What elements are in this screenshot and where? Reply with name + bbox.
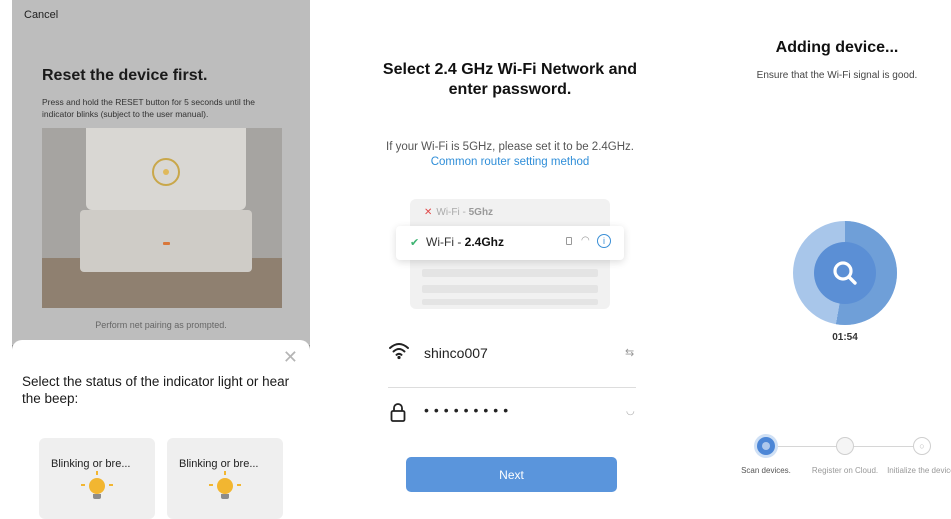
step-label-scan: Scan devices. xyxy=(741,466,791,475)
wifi-5g-row: ✕ Wi-Fi - 5Ghz xyxy=(424,207,494,218)
wifi-24g-card: ✔ Wi-Fi - 2.4Ghz ◠ i xyxy=(396,226,624,260)
sheet-prompt: Select the status of the indicator light… xyxy=(22,374,290,406)
option-card-1[interactable]: Blinking or bre... xyxy=(39,438,155,519)
step-init-icon: ○ xyxy=(913,437,931,455)
step-connector xyxy=(854,446,913,447)
step-label-init: Initialize the device. xyxy=(887,466,951,475)
step-scan-icon xyxy=(757,437,775,455)
page-title: Adding device... xyxy=(775,39,899,56)
screenshot-stage: Cancel Reset the device first. Press and… xyxy=(0,0,951,519)
wifi-select-screen: Select 2.4 GHz Wi-Fi Network and enter p… xyxy=(370,0,650,519)
lock-icon xyxy=(390,403,406,422)
page-title: Select 2.4 GHz Wi-Fi Network and enter p… xyxy=(382,61,638,98)
page-title: Reset the device first. xyxy=(42,67,208,84)
switch-network-icon[interactable]: ⇆ xyxy=(625,346,634,359)
indicator-status-sheet: ✕ Select the status of the indicator lig… xyxy=(12,340,310,519)
router-setting-link[interactable]: Common router setting method xyxy=(431,156,590,168)
info-icon: i xyxy=(597,234,611,248)
password-visibility-icon[interactable]: ◡ xyxy=(626,406,635,417)
cancel-button[interactable]: Cancel xyxy=(24,9,58,21)
bulb-icon xyxy=(89,478,105,494)
bulb-icon xyxy=(217,478,233,494)
step-connector xyxy=(775,446,836,447)
check-icon: ✔ xyxy=(410,237,420,249)
lock-icon xyxy=(566,237,572,245)
close-icon[interactable]: ✕ xyxy=(283,348,298,366)
wifi-signal-icon: ◠ xyxy=(581,235,590,246)
option-label: Blinking or bre... xyxy=(51,458,131,470)
band-hint: If your Wi-Fi is 5GHz, please set it to … xyxy=(370,140,650,170)
wifi-24g-label: Wi-Fi - 2.4Ghz xyxy=(426,235,505,249)
field-divider xyxy=(388,387,636,388)
router-photo xyxy=(42,128,282,308)
next-button[interactable]: Next xyxy=(406,457,617,492)
pairing-note[interactable]: Perform net pairing as prompted. xyxy=(12,320,310,330)
hint-text: If your Wi-Fi is 5GHz, please set it to … xyxy=(386,141,634,153)
reset-device-screen: Cancel Reset the device first. Press and… xyxy=(12,0,310,519)
step-label-cloud: Register on Cloud. xyxy=(811,466,879,475)
reset-instructions: Press and hold the RESET button for 5 se… xyxy=(42,97,255,119)
option-label: Blinking or bre... xyxy=(179,458,259,470)
adding-device-screen: Adding device... Ensure that the Wi-Fi s… xyxy=(717,0,951,519)
signal-hint: Ensure that the Wi-Fi signal is good. xyxy=(756,70,918,81)
option-card-2[interactable]: Blinking or bre... xyxy=(167,438,283,519)
password-input[interactable]: ••••••••• xyxy=(424,402,513,418)
indicator-led xyxy=(163,242,170,245)
ssid-input[interactable]: shinco007 xyxy=(424,345,488,361)
search-icon xyxy=(833,261,857,285)
wifi-icon xyxy=(389,343,409,360)
step-cloud-icon xyxy=(836,437,854,455)
cross-icon: ✕ xyxy=(424,207,433,218)
countdown-timer: 01:54 xyxy=(832,332,858,343)
